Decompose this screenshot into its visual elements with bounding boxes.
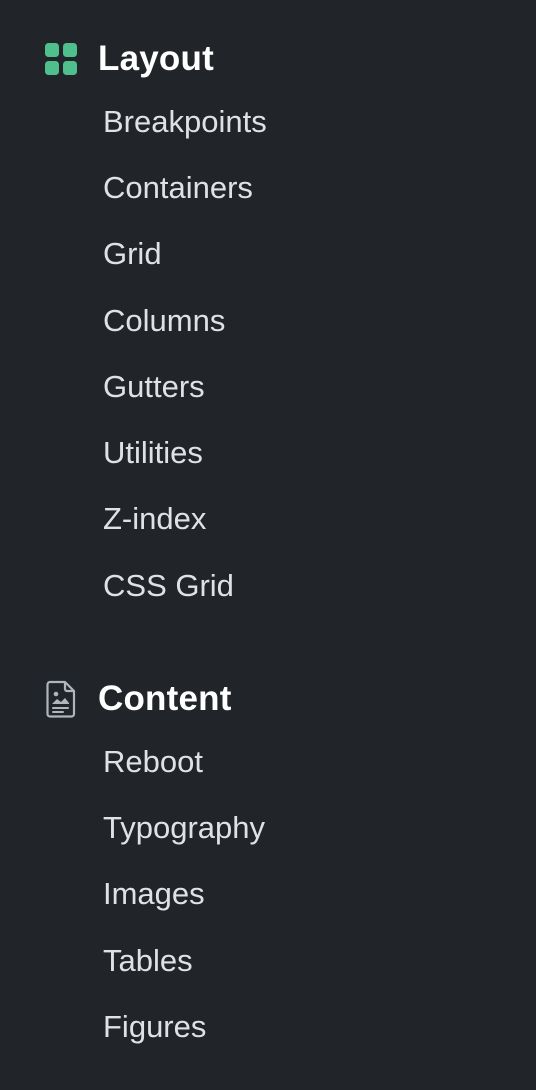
section-title: Content bbox=[98, 679, 232, 718]
nav-item-gutters: Gutters bbox=[103, 354, 267, 420]
nav-item-grid: Grid bbox=[103, 221, 267, 287]
nav-link-breakpoints[interactable]: Breakpoints bbox=[103, 102, 267, 142]
nav-item-columns: Columns bbox=[103, 287, 267, 353]
nav-link-typography[interactable]: Typography bbox=[103, 808, 265, 848]
nav-item-tables: Tables bbox=[103, 927, 265, 993]
nav-item-containers: Containers bbox=[103, 155, 267, 221]
section-title: Layout bbox=[98, 39, 214, 78]
nav-item-figures: Figures bbox=[103, 994, 265, 1060]
nav-link-containers[interactable]: Containers bbox=[103, 168, 253, 208]
nav-list-content: Reboot Typography Images Tables Figures bbox=[103, 729, 265, 1060]
nav-link-tables[interactable]: Tables bbox=[103, 941, 193, 981]
nav-link-images[interactable]: Images bbox=[103, 874, 205, 914]
nav-link-css-grid[interactable]: CSS Grid bbox=[103, 566, 234, 606]
nav-link-grid[interactable]: Grid bbox=[103, 234, 162, 274]
nav-link-figures[interactable]: Figures bbox=[103, 1007, 206, 1047]
nav-list-layout: Breakpoints Containers Grid Columns Gutt… bbox=[103, 89, 267, 619]
docs-sidebar: Layout Breakpoints Containers Grid Colum… bbox=[0, 0, 536, 1090]
nav-link-gutters[interactable]: Gutters bbox=[103, 367, 205, 407]
section-header-layout[interactable]: Layout bbox=[44, 39, 214, 79]
nav-item-z-index: Z-index bbox=[103, 486, 267, 552]
nav-item-utilities: Utilities bbox=[103, 420, 267, 486]
grid-icon bbox=[44, 41, 80, 77]
nav-link-reboot[interactable]: Reboot bbox=[103, 742, 203, 782]
document-image-icon bbox=[44, 680, 80, 718]
nav-item-reboot: Reboot bbox=[103, 729, 265, 795]
nav-item-images: Images bbox=[103, 861, 265, 927]
nav-link-columns[interactable]: Columns bbox=[103, 301, 225, 341]
nav-item-typography: Typography bbox=[103, 795, 265, 861]
nav-item-css-grid: CSS Grid bbox=[103, 553, 267, 619]
nav-link-z-index[interactable]: Z-index bbox=[103, 499, 206, 539]
nav-item-breakpoints: Breakpoints bbox=[103, 89, 267, 155]
section-header-content[interactable]: Content bbox=[44, 679, 232, 719]
nav-link-utilities[interactable]: Utilities bbox=[103, 433, 203, 473]
